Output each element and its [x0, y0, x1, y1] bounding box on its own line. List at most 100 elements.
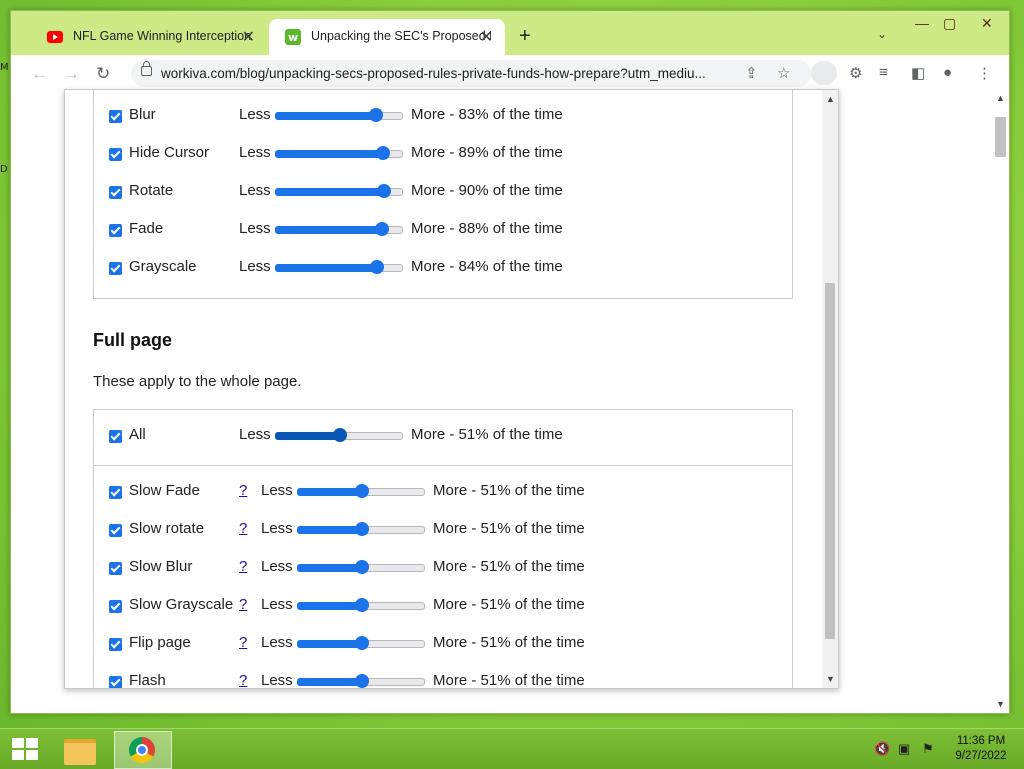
effect-checkbox[interactable] [109, 562, 122, 575]
system-clock[interactable]: 11:36 PM 9/27/2022 [950, 734, 1012, 764]
action-center-icon[interactable]: ⚑ [922, 741, 934, 757]
effect-row: All Less More - 51% of the time [109, 426, 769, 450]
more-label: More - 51% of the time [433, 482, 585, 499]
slider-knob[interactable] [355, 636, 369, 650]
slider-knob[interactable] [369, 108, 383, 122]
extension-button[interactable] [811, 61, 837, 85]
slider-fill [297, 488, 361, 496]
more-label: More - 88% of the time [411, 220, 563, 237]
more-label: More - 51% of the time [433, 596, 585, 613]
url-text[interactable]: workiva.com/blog/unpacking-secs-proposed… [161, 66, 731, 81]
effect-checkbox[interactable] [109, 186, 122, 199]
help-link[interactable]: ? [239, 634, 247, 651]
scroll-down-icon[interactable]: ▼ [826, 674, 835, 684]
network-icon[interactable]: ▣ [898, 741, 910, 757]
bookmark-star-icon[interactable]: ☆ [777, 64, 790, 82]
effect-checkbox[interactable] [109, 486, 122, 499]
slider-knob[interactable] [370, 260, 384, 274]
frequency-slider[interactable] [297, 636, 425, 650]
less-label: Less [261, 558, 293, 575]
help-link[interactable]: ? [239, 482, 247, 499]
popup-scrollbar[interactable]: ▲ ▼ [822, 90, 838, 688]
frequency-slider[interactable] [275, 184, 403, 198]
help-link[interactable]: ? [239, 596, 247, 613]
slider-knob[interactable] [333, 428, 347, 442]
chevron-down-icon[interactable]: ⌄ [877, 27, 887, 41]
new-tab-icon[interactable]: + [519, 25, 531, 48]
scroll-thumb[interactable] [995, 117, 1006, 157]
windows-start-icon[interactable] [12, 738, 38, 760]
scroll-thumb[interactable] [825, 283, 835, 639]
forward-icon[interactable]: → [63, 64, 80, 84]
reload-icon[interactable]: ↻ [96, 64, 110, 84]
slider-fill [275, 226, 381, 234]
effect-checkbox[interactable] [109, 148, 122, 161]
frequency-slider[interactable] [297, 674, 425, 688]
full-page-box: All Less More - 51% of the time Slow Fade? L… [93, 409, 793, 689]
slider-knob[interactable] [355, 484, 369, 498]
svg-text:w: w [288, 31, 298, 44]
help-link[interactable]: ? [239, 672, 247, 688]
frequency-slider[interactable] [275, 108, 403, 122]
frequency-slider[interactable] [275, 146, 403, 160]
effect-checkbox[interactable] [109, 676, 122, 688]
frequency-slider[interactable] [275, 260, 403, 274]
volume-muted-icon[interactable]: 🔇 [874, 741, 890, 757]
scroll-up-icon[interactable]: ▲ [826, 94, 835, 104]
maximize-icon[interactable]: ▢ [943, 15, 956, 32]
frequency-slider[interactable] [275, 428, 403, 442]
help-link[interactable]: ? [239, 558, 247, 575]
chrome-taskbar-button[interactable] [114, 731, 172, 769]
side-panel-icon[interactable]: ◧ [911, 64, 925, 82]
extensions-puzzle-icon[interactable]: ⚙ [849, 64, 862, 82]
effect-checkbox[interactable] [109, 430, 122, 443]
scroll-down-icon[interactable]: ▼ [996, 699, 1005, 709]
divider [94, 465, 792, 466]
minimize-icon[interactable]: — [915, 15, 929, 31]
frequency-slider[interactable] [297, 484, 425, 498]
effect-row: Slow Fade? Less More - 51% of the time [109, 482, 769, 506]
close-window-icon[interactable]: ✕ [981, 15, 993, 32]
frequency-slider[interactable] [275, 222, 403, 236]
slider-knob[interactable] [377, 184, 391, 198]
frequency-slider[interactable] [297, 560, 425, 574]
profile-avatar-icon[interactable]: ● [943, 64, 952, 81]
slider-knob[interactable] [355, 674, 369, 688]
file-explorer-button[interactable] [54, 731, 110, 767]
effect-checkbox[interactable] [109, 524, 122, 537]
frequency-slider[interactable] [297, 598, 425, 612]
tab-nfl[interactable]: NFL Game Winning Interception ✕ [31, 19, 267, 55]
effect-checkbox[interactable] [109, 638, 122, 651]
close-tab-icon[interactable]: ✕ [242, 27, 255, 47]
effect-label: Slow Grayscale [129, 596, 234, 613]
effect-checkbox[interactable] [109, 224, 122, 237]
scroll-up-icon[interactable]: ▲ [996, 93, 1005, 103]
back-icon[interactable]: ← [31, 64, 48, 84]
more-label: More - 51% of the time [433, 672, 585, 689]
slider-knob[interactable] [375, 222, 389, 236]
menu-icon[interactable]: ⋮ [977, 64, 992, 82]
effect-checkbox[interactable] [109, 600, 122, 613]
slider-knob[interactable] [355, 598, 369, 612]
address-bar[interactable]: workiva.com/blog/unpacking-secs-proposed… [131, 60, 811, 87]
slider-knob[interactable] [376, 146, 390, 160]
less-label: Less [261, 520, 293, 537]
less-label: Less [239, 106, 271, 123]
tab-workiva[interactable]: w Unpacking the SEC's Proposed R ✕ [269, 19, 505, 55]
media-queue-icon[interactable]: ≡ [879, 64, 888, 81]
slider-knob[interactable] [355, 522, 369, 536]
slider-knob[interactable] [355, 560, 369, 574]
frequency-slider[interactable] [297, 522, 425, 536]
less-label: Less [239, 426, 271, 443]
effect-checkbox[interactable] [109, 262, 122, 275]
page-scrollbar[interactable]: ▲ ▼ [992, 91, 1006, 713]
help-link[interactable]: ? [239, 520, 247, 537]
workiva-icon: w [285, 29, 301, 45]
slider-fill [297, 564, 361, 572]
effects-box: Blur Less More - 83% of the time Hide Curso… [93, 90, 793, 299]
effect-checkbox[interactable] [109, 110, 122, 123]
effect-row: Fade Less More - 88% of the time [109, 220, 769, 244]
close-tab-icon[interactable]: ✕ [480, 27, 493, 47]
share-icon[interactable]: ⇪ [745, 64, 758, 82]
effect-label: All [129, 426, 146, 443]
